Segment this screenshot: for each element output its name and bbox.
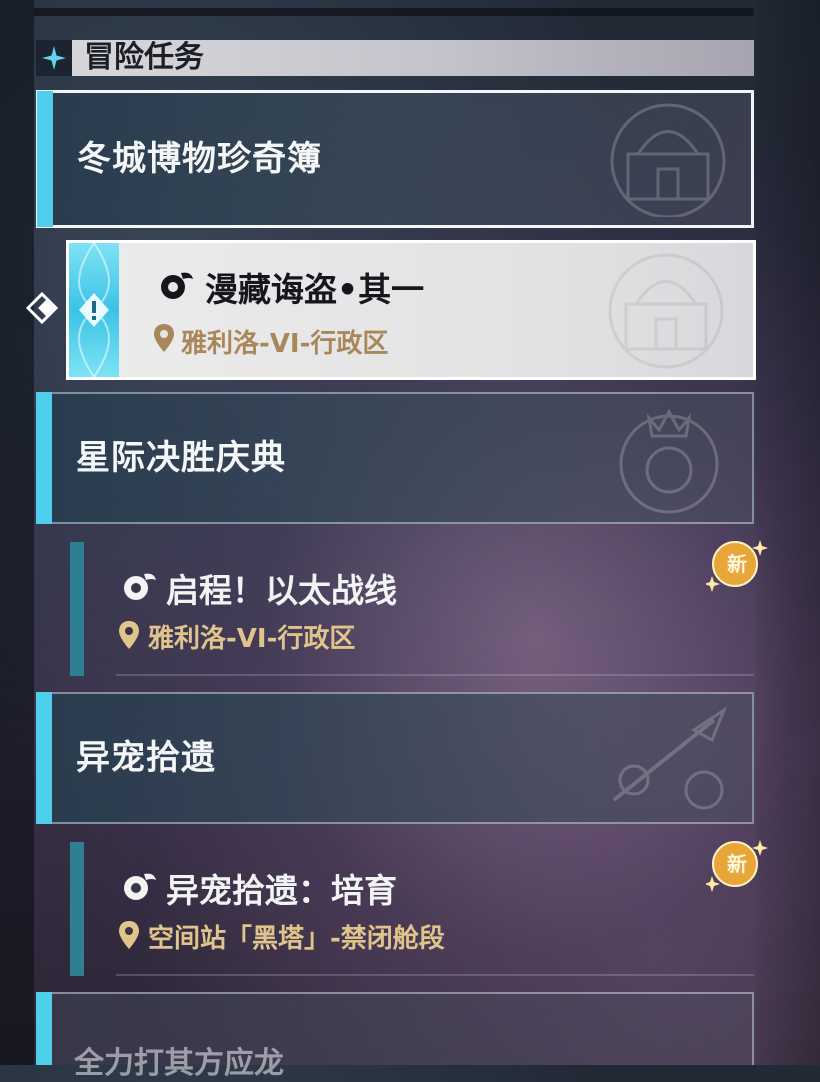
quest-indicator-bar [70, 542, 84, 676]
quest-item[interactable]: 异宠拾遗：培育 空间站「黑塔」-禁闭舱段 新 [70, 840, 768, 976]
quest-title: 异宠拾遗：培育 [166, 871, 397, 910]
right-panel-edge [756, 0, 820, 1065]
quest-item[interactable]: 启程！以太战线 雅利洛-VI-行政区 新 [70, 540, 768, 676]
crown-emblem-icon [619, 408, 719, 514]
quest-title: 启程！以太战线 [166, 571, 397, 610]
quest-item-selected[interactable]: 漫藏诲盗•其一 雅利洛-VI-行政区 [66, 240, 756, 380]
exclamation-diamond-icon [78, 243, 110, 377]
selection-pointer-icon [24, 290, 64, 330]
category-exotic-pets[interactable]: 异宠拾遗 [36, 692, 754, 824]
category-accent [37, 91, 53, 227]
badge-text: 新 [727, 852, 747, 876]
category-accent [36, 692, 52, 824]
category-accent [36, 992, 52, 1065]
divider [116, 674, 754, 676]
quest-type-icon [120, 568, 160, 608]
top-divider [34, 8, 754, 16]
divider [116, 974, 754, 976]
location-pin-icon [118, 920, 140, 954]
sparkle-icon [36, 40, 72, 76]
left-panel-edge [0, 0, 34, 1065]
location-pin-icon [118, 620, 140, 654]
category-accent [36, 392, 52, 524]
quest-indicator-bar [70, 842, 84, 976]
new-badge: 新 [704, 536, 768, 592]
location-pin-icon [153, 323, 175, 357]
quest-location: 雅利洛-VI-行政区 [148, 624, 356, 654]
museum-emblem-icon [610, 103, 726, 217]
category-winter-city-museum[interactable]: 冬城博物珍奇簿 [36, 90, 754, 228]
badge-text: 新 [727, 552, 747, 576]
quest-location: 雅利洛-VI-行政区 [181, 329, 389, 359]
category-interstellar-festival[interactable]: 星际决胜庆典 [36, 392, 754, 524]
category-label: 星际决胜庆典 [76, 438, 286, 478]
quest-title: 漫藏诲盗•其一 [205, 270, 425, 309]
section-title: 冒险任务 [84, 40, 204, 75]
new-badge: 新 [704, 836, 768, 892]
section-header-adventure: 冒险任务 [36, 40, 754, 76]
quest-type-panel [69, 243, 119, 377]
rocket-emblem-icon [612, 706, 728, 810]
category-label: 异宠拾遗 [76, 738, 216, 778]
quest-type-icon [120, 868, 160, 908]
category-label-partial: 全力打其方应龙 [74, 1046, 284, 1081]
quest-location: 空间站「黑塔」-禁闭舱段 [148, 924, 445, 954]
quest-type-icon [157, 267, 197, 307]
museum-emblem-icon [608, 253, 724, 369]
category-label: 冬城博物珍奇簿 [77, 139, 322, 179]
